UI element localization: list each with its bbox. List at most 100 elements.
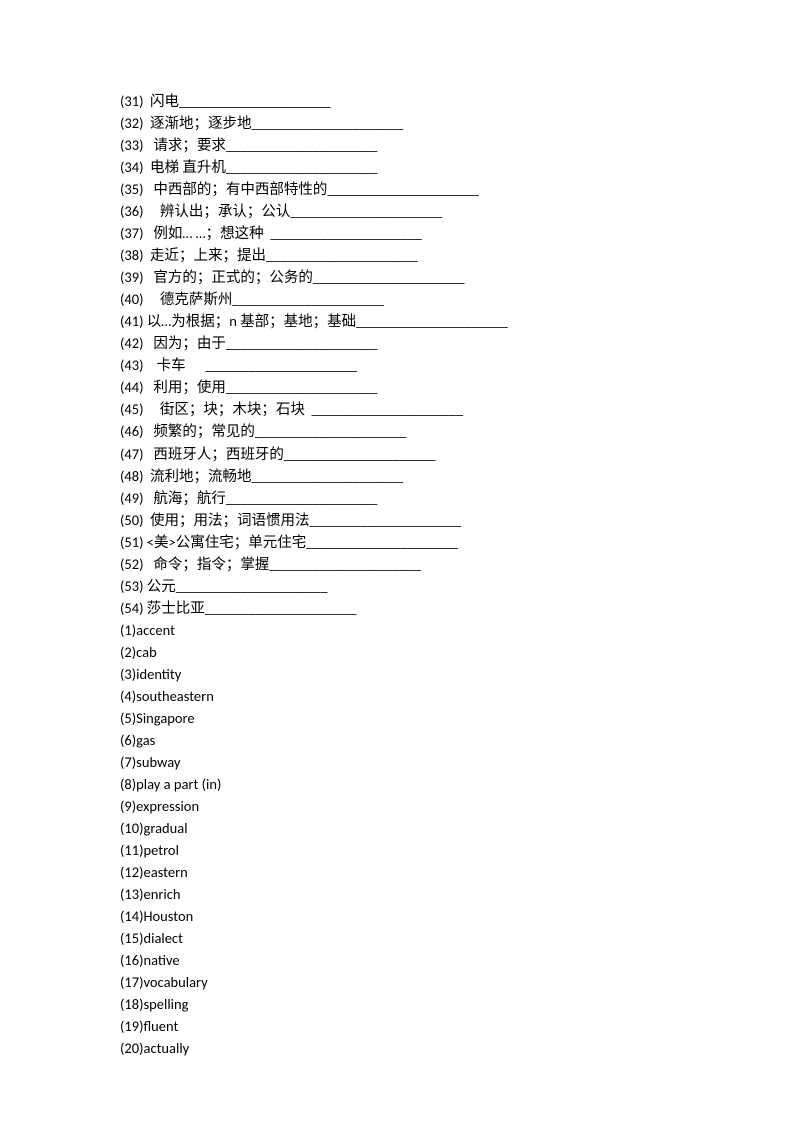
item-text: 中西部的；有中西部特性的_____________________: [144, 180, 480, 198]
answer-number: (13): [120, 885, 144, 903]
answer-item: (1)accent: [120, 619, 794, 641]
item-text: 西班牙人；西班牙的_____________________: [144, 445, 436, 463]
answer-item: (8)play a part (in): [120, 773, 794, 795]
answer-number: (18): [120, 995, 144, 1013]
item-number: (37): [120, 224, 144, 242]
item-text: 频繁的；常见的_____________________: [144, 422, 407, 440]
answer-text: actually: [144, 1039, 190, 1057]
answer-number: (11): [120, 841, 144, 859]
answer-item: (4)southeastern: [120, 685, 794, 707]
fill-item: (43) 卡车 _____________________: [120, 354, 794, 376]
item-number: (39): [120, 268, 144, 286]
fill-item: (51) <美>公寓住宅；单元住宅_____________________: [120, 531, 794, 553]
fill-item: (45) 街区；块；木块；石块 _____________________: [120, 398, 794, 420]
item-text: 电梯 直升机_____________________: [144, 158, 378, 176]
item-number: (43): [120, 356, 144, 374]
item-text: 使用；用法；词语惯用法_____________________: [144, 511, 462, 529]
answer-text: gas: [136, 731, 155, 749]
answer-number: (19): [120, 1017, 144, 1035]
item-number: (52): [120, 555, 144, 573]
item-number: (48): [120, 467, 144, 485]
item-number: (41): [120, 312, 144, 330]
fill-item: (53) 公元_____________________: [120, 575, 794, 597]
answer-number: (10): [120, 819, 144, 837]
item-text: 公元_____________________: [144, 577, 328, 595]
fill-item: (31) 闪电_____________________: [120, 90, 794, 112]
answer-number: (16): [120, 951, 144, 969]
item-number: (38): [120, 246, 144, 264]
item-number: (54): [120, 599, 144, 617]
answer-text: southeastern: [136, 687, 214, 705]
answer-item: (15)dialect: [120, 927, 794, 949]
item-text: 莎士比亚_____________________: [144, 599, 357, 617]
fill-item: (35) 中西部的；有中西部特性的_____________________: [120, 178, 794, 200]
fill-item: (33) 请求；要求_____________________: [120, 134, 794, 156]
fill-item: (50) 使用；用法；词语惯用法_____________________: [120, 509, 794, 531]
item-text: 利用；使用_____________________: [144, 378, 378, 396]
answer-item: (2)cab: [120, 641, 794, 663]
item-number: (47): [120, 445, 144, 463]
answer-number: (8): [120, 775, 136, 793]
item-number: (44): [120, 378, 144, 396]
answer-number: (15): [120, 929, 144, 947]
answer-number: (7): [120, 753, 136, 771]
fill-item: (32) 逐渐地；逐步地_____________________: [120, 112, 794, 134]
item-number: (40): [120, 290, 144, 308]
fill-item: (47) 西班牙人；西班牙的_____________________: [120, 443, 794, 465]
item-text: 例如… …；想这种 _____________________: [144, 224, 422, 242]
item-text: 闪电_____________________: [144, 92, 331, 110]
item-text: 辨认出；承认；公认_____________________: [144, 202, 443, 220]
fill-item: (40) 德克萨斯州_____________________: [120, 288, 794, 310]
answer-text: cab: [136, 643, 157, 661]
item-number: (45): [120, 400, 144, 418]
fill-item: (39) 官方的；正式的；公务的_____________________: [120, 266, 794, 288]
item-text: 航海；航行_____________________: [144, 489, 378, 507]
item-number: (32): [120, 114, 144, 132]
item-number: (34): [120, 158, 144, 176]
fill-item: (49) 航海；航行_____________________: [120, 487, 794, 509]
answer-item: (20)actually: [120, 1037, 794, 1059]
answer-item: (12)eastern: [120, 861, 794, 883]
item-text: 逐渐地；逐步地_____________________: [144, 114, 404, 132]
answer-item: (3)identity: [120, 663, 794, 685]
item-text: 因为；由于_____________________: [144, 334, 378, 352]
answer-item: (7)subway: [120, 751, 794, 773]
fill-item: (37) 例如… …；想这种 _____________________: [120, 222, 794, 244]
answer-item: (10)gradual: [120, 817, 794, 839]
item-text: 命令；指令；掌握_____________________: [144, 555, 422, 573]
item-number: (50): [120, 511, 144, 529]
answer-number: (2): [120, 643, 136, 661]
fill-item: (46) 频繁的；常见的_____________________: [120, 420, 794, 442]
item-number: (51): [120, 533, 144, 551]
answer-number: (6): [120, 731, 136, 749]
answer-item: (5)Singapore: [120, 707, 794, 729]
item-number: (33): [120, 136, 144, 154]
answer-text: enrich: [144, 885, 181, 903]
answer-text: native: [144, 951, 180, 969]
answer-number: (12): [120, 863, 144, 881]
item-text: <美>公寓住宅；单元住宅_____________________: [144, 533, 458, 551]
fill-in-section: (31) 闪电_____________________(32) 逐渐地；逐步地…: [120, 90, 794, 619]
item-text: 请求；要求_____________________: [144, 136, 378, 154]
item-text: 流利地；流畅地_____________________: [144, 467, 404, 485]
item-number: (42): [120, 334, 144, 352]
item-number: (53): [120, 577, 144, 595]
item-number: (46): [120, 422, 144, 440]
answer-number: (14): [120, 907, 144, 925]
fill-item: (38) 走近；上来；提出_____________________: [120, 244, 794, 266]
item-text: 以…为根据；n 基部；基地；基础_____________________: [144, 312, 508, 330]
answer-text: play a part (in): [136, 775, 221, 793]
answers-section: (1)accent(2)cab(3)identity(4)southeaster…: [120, 619, 794, 1060]
fill-item: (36) 辨认出；承认；公认_____________________: [120, 200, 794, 222]
answer-item: (16)native: [120, 949, 794, 971]
item-text: 街区；块；木块；石块 _____________________: [144, 400, 464, 418]
answer-text: Singapore: [136, 709, 194, 727]
item-number: (36): [120, 202, 144, 220]
fill-item: (52) 命令；指令；掌握_____________________: [120, 553, 794, 575]
answer-item: (13)enrich: [120, 883, 794, 905]
document-page: (31) 闪电_____________________(32) 逐渐地；逐步地…: [0, 0, 794, 1059]
answer-text: accent: [136, 621, 175, 639]
answer-text: expression: [136, 797, 199, 815]
answer-item: (18)spelling: [120, 993, 794, 1015]
answer-text: fluent: [144, 1017, 179, 1035]
